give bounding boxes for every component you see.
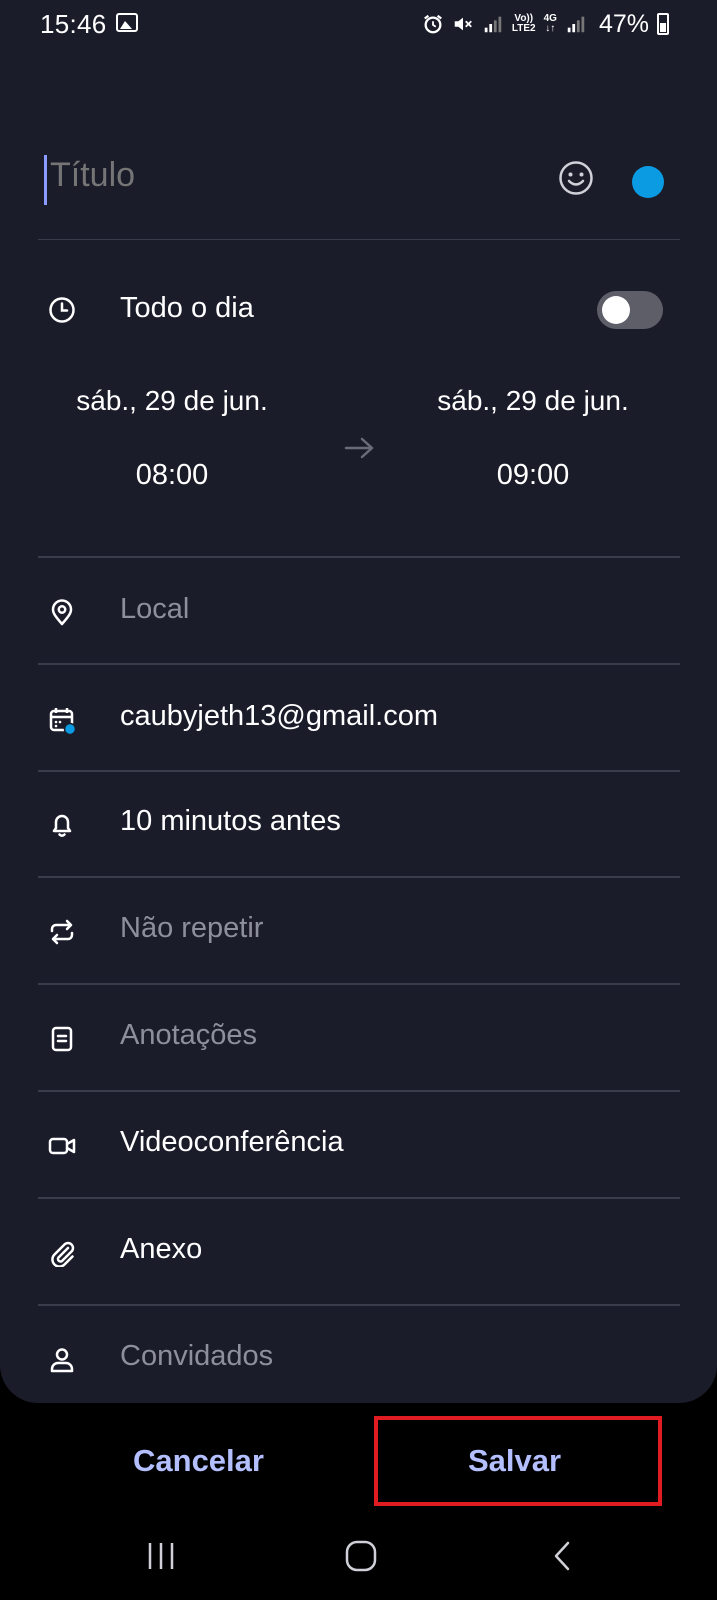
gallery-notification-icon — [116, 13, 138, 32]
notes-label: Anotações — [120, 1019, 258, 1051]
start-date[interactable]: sáb., 29 de jun. — [32, 385, 312, 417]
status-bar: 15:46 Vo)) LTE2 4G ↓↑ 47% — [0, 0, 717, 48]
location-row[interactable]: Local — [38, 560, 680, 666]
divider — [38, 1197, 680, 1199]
back-icon[interactable] — [546, 1539, 580, 1573]
mute-icon — [454, 17, 472, 31]
calendar-account-row[interactable]: caubyjeth13@gmail.com — [38, 667, 680, 773]
person-icon — [50, 1348, 74, 1373]
video-conference-label: Videoconferência — [120, 1126, 344, 1158]
guests-row[interactable]: Convidados — [38, 1307, 680, 1403]
divider — [38, 876, 680, 878]
status-icons: Vo)) LTE2 4G ↓↑ 47% — [422, 8, 669, 40]
attachment-row[interactable]: Anexo — [38, 1200, 680, 1306]
all-day-toggle[interactable] — [597, 291, 663, 329]
battery-percent: 47% — [598, 9, 649, 38]
location-label: Local — [120, 593, 190, 625]
system-nav-bar — [0, 1513, 717, 1600]
emoji-icon[interactable] — [558, 160, 594, 196]
recents-icon[interactable] — [144, 1539, 178, 1573]
guests-label: Convidados — [120, 1340, 274, 1372]
volte-indicator: Vo)) LTE2 — [512, 14, 536, 34]
end-datetime: sáb., 29 de jun. 09:00 — [393, 385, 673, 492]
title-input[interactable] — [50, 156, 450, 195]
text-cursor — [44, 155, 47, 205]
divider — [38, 983, 680, 985]
video-icon — [48, 1137, 76, 1155]
divider — [38, 663, 680, 665]
arrow-right-icon — [344, 437, 374, 459]
calendar-account-label: caubyjeth13@gmail.com — [120, 700, 438, 732]
start-datetime: sáb., 29 de jun. 08:00 — [32, 385, 312, 492]
notes-row[interactable]: Anotações — [38, 986, 680, 1092]
toggle-knob — [602, 296, 630, 324]
attachment-label: Anexo — [120, 1233, 203, 1265]
reminder-label: 10 minutos antes — [120, 805, 341, 837]
end-date[interactable]: sáb., 29 de jun. — [393, 385, 673, 417]
alarm-icon — [423, 14, 442, 34]
divider — [38, 1304, 680, 1306]
status-time: 15:46 — [40, 9, 107, 39]
network-gen-label: 4G — [543, 13, 557, 24]
event-color-button[interactable] — [632, 166, 664, 198]
repeat-label: Não repetir — [120, 912, 264, 944]
save-button[interactable]: Salvar — [468, 1443, 561, 1479]
note-icon — [51, 1026, 73, 1052]
signal-icon-1 — [484, 16, 502, 33]
repeat-icon — [50, 919, 74, 945]
calendar-account-icon — [49, 708, 76, 734]
divider — [38, 1090, 680, 1092]
home-icon[interactable] — [344, 1539, 378, 1573]
bell-icon — [52, 814, 72, 837]
action-bar: Cancelar Salvar — [0, 1403, 717, 1513]
end-time[interactable]: 09:00 — [393, 459, 673, 492]
video-conference-row[interactable]: Videoconferência — [38, 1093, 680, 1199]
battery-icon — [657, 13, 669, 35]
all-day-row: Todo o dia — [38, 280, 680, 340]
lte-label: LTE2 — [511, 23, 536, 34]
cancel-button[interactable]: Cancelar — [133, 1443, 264, 1479]
location-pin-icon — [51, 599, 73, 626]
signal-icon-2 — [567, 16, 585, 33]
repeat-row[interactable]: Não repetir — [38, 879, 680, 985]
network-gen-indicator: 4G ↓↑ — [543, 13, 557, 34]
start-time[interactable]: 08:00 — [32, 459, 312, 492]
title-row — [38, 150, 680, 240]
divider — [38, 556, 680, 558]
clock-icon — [49, 297, 75, 323]
all-day-label: Todo o dia — [120, 292, 254, 324]
event-editor-sheet: 15:46 Vo)) LTE2 4G ↓↑ 47% Título Todo o … — [0, 0, 717, 1403]
paperclip-icon — [51, 1241, 75, 1267]
reminder-row[interactable]: 10 minutos antes — [38, 772, 680, 878]
